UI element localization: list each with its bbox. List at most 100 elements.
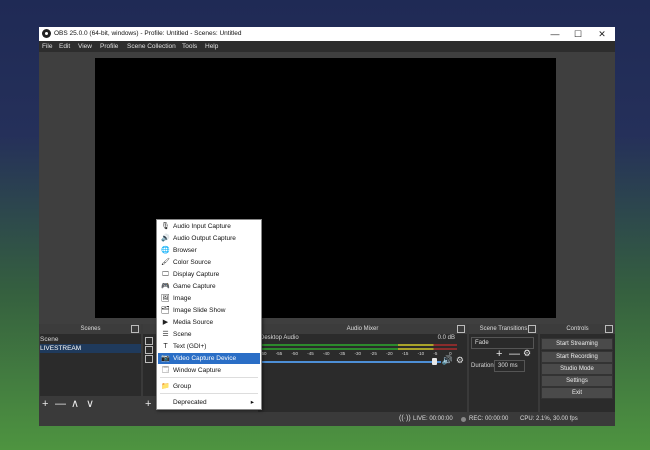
audio-mixer-dock: Audio Mixer Desktop Audio 0.0 dB -60 -55-… [258, 324, 467, 412]
menu-item-game-capture[interactable]: 🎮 Game Capture [158, 281, 260, 292]
close-button[interactable]: ✕ [592, 28, 612, 40]
scenes-toolbar: + — ∧ ∨ [40, 396, 141, 412]
start-streaming-button[interactable]: Start Streaming [541, 338, 613, 350]
meter-scale-tick: -50 [291, 351, 299, 356]
microphone-icon: 🎙 [161, 223, 170, 230]
gear-icon[interactable]: ⚙ [523, 348, 531, 359]
maximize-button[interactable]: ☐ [568, 28, 588, 40]
duration-label: Duration [471, 363, 494, 369]
menu-item-window-capture[interactable]: 🗔 Window Capture [158, 365, 260, 376]
speaker-icon[interactable]: 🔊 [442, 355, 453, 366]
menu-separator [160, 393, 258, 394]
menu-tools[interactable]: Tools [182, 43, 197, 50]
add-scene-button[interactable]: + [42, 396, 48, 412]
menu-item-label: Audio Input Capture [173, 223, 231, 230]
menu-scene-collection[interactable]: Scene Collection [127, 43, 176, 50]
studio-mode-button[interactable]: Studio Mode [541, 363, 613, 375]
controls-header: Controls [540, 324, 615, 334]
menu-item-label: Video Capture Device [173, 355, 237, 362]
menu-item-audio-output-capture[interactable]: 🔊 Audio Output Capture [158, 233, 260, 244]
menu-file[interactable]: File [42, 43, 52, 50]
meter-scale-tick: -55 [275, 351, 283, 356]
menu-item-label: Browser [173, 247, 197, 254]
meter-scale-tick: -25 [370, 351, 377, 356]
play-icon: ▶ [162, 319, 169, 326]
window-title: OBS 25.0.0 (64-bit, windows) - Profile: … [54, 30, 242, 37]
meter-scale-tick: -35 [338, 351, 346, 356]
start-recording-button[interactable]: Start Recording [541, 351, 613, 363]
menu-item-label: Audio Output Capture [173, 235, 236, 242]
menu-item-color-source[interactable]: 🖌 Color Source [158, 257, 260, 268]
menu-item-image[interactable]: 🖼 Image [158, 293, 260, 304]
source-visibility-icon[interactable] [145, 355, 153, 363]
add-source-button[interactable]: + [145, 396, 151, 412]
transition-value: Fade [475, 340, 489, 346]
live-timer: LIVE: 00:00:00 [413, 416, 453, 422]
scene-item-scene[interactable]: Scene [40, 335, 141, 344]
image-icon: 🖼 [161, 295, 170, 302]
menu-profile[interactable]: Profile [100, 43, 118, 50]
menu-bar: File Edit View Profile Scene Collection … [39, 41, 615, 52]
menu-item-group[interactable]: 📁 Group [158, 381, 260, 392]
submenu-arrow-icon: ▸ [250, 399, 254, 406]
speaker-icon: 🔊 [161, 235, 170, 242]
title-bar: OBS 25.0.0 (64-bit, windows) - Profile: … [39, 27, 615, 41]
scene-item-livestream[interactable]: LIVESTREAM [40, 344, 141, 353]
menu-item-label: Image Slide Show [173, 307, 226, 314]
source-visibility-icon[interactable] [145, 337, 153, 345]
meter-scale-tick: -15 [401, 351, 409, 356]
gamepad-icon: 🎮 [161, 283, 170, 290]
add-transition-button[interactable]: + [496, 348, 502, 360]
meter-scale: -60 -55 -50 -45 -40 -35 -30 -25 -20 -15 -10 -5 0 [260, 351, 457, 358]
dock-float-icon[interactable] [528, 325, 536, 333]
remove-scene-button[interactable]: — [55, 396, 66, 412]
settings-button[interactable]: Settings [541, 375, 613, 387]
menu-separator [160, 377, 258, 378]
source-visibility-icon[interactable] [145, 346, 153, 354]
menu-item-label: Deprecated [173, 399, 207, 406]
menu-edit[interactable]: Edit [59, 43, 70, 50]
dock-float-icon[interactable] [605, 325, 613, 333]
menu-item-label: Window Capture [173, 367, 222, 374]
dock-float-icon[interactable] [457, 325, 465, 333]
mixer-channel-name: Desktop Audio [260, 335, 299, 341]
menu-item-deprecated[interactable]: Deprecated ▸ [158, 397, 260, 408]
minimize-button[interactable]: — [545, 28, 565, 40]
slideshow-icon: 🗂 [161, 307, 170, 314]
remove-transition-button[interactable]: — [509, 348, 520, 360]
menu-item-media-source[interactable]: ▶ Media Source [158, 317, 260, 328]
exit-button[interactable]: Exit [541, 387, 613, 399]
scenes-dock: Scenes Scene LIVESTREAM + — ∧ ∨ [40, 324, 141, 412]
meter-scale-tick: -40 [323, 351, 330, 356]
rec-timer: REC: 00:00:00 [469, 416, 509, 422]
text-icon: T [163, 343, 168, 350]
menu-help[interactable]: Help [205, 43, 218, 50]
obs-window: OBS 25.0.0 (64-bit, windows) - Profile: … [39, 27, 615, 426]
level-meter [260, 348, 457, 350]
camera-icon: 📷 [161, 355, 170, 362]
menu-item-browser[interactable]: 🌐 Browser [158, 245, 260, 256]
menu-view[interactable]: View [78, 43, 92, 50]
meter-scale-tick: -30 [354, 351, 362, 356]
menu-item-label: Scene [173, 331, 192, 338]
folder-icon: 📁 [161, 383, 170, 390]
volume-slider[interactable] [260, 361, 441, 363]
scenes-header: Scenes [40, 324, 141, 334]
move-up-button[interactable]: ∧ [71, 396, 79, 412]
menu-item-label: Media Source [173, 319, 214, 326]
cpu-status: CPU: 2.1%, 30.00 fps [520, 416, 578, 422]
menu-item-image-slide-show[interactable]: 🗂 Image Slide Show [158, 305, 260, 316]
volume-slider-handle[interactable] [432, 358, 437, 365]
menu-item-text-gdi[interactable]: T Text (GDI+) [158, 341, 260, 352]
monitor-icon: 🖵 [162, 271, 169, 278]
dock-float-icon[interactable] [131, 325, 139, 333]
move-down-button[interactable]: ∨ [86, 396, 94, 412]
menu-item-label: Game Capture [173, 283, 216, 290]
menu-item-video-capture-device[interactable]: 📷 Video Capture Device [158, 353, 260, 364]
menu-item-display-capture[interactable]: 🖵 Display Capture [158, 269, 260, 280]
menu-item-scene[interactable]: ☰ Scene [158, 329, 260, 340]
gear-icon[interactable]: ⚙ [456, 355, 464, 366]
menu-item-audio-input-capture[interactable]: 🎙 Audio Input Capture [158, 221, 260, 232]
duration-input[interactable]: 300 ms [494, 360, 525, 372]
meter-scale-tick: -45 [307, 351, 314, 356]
